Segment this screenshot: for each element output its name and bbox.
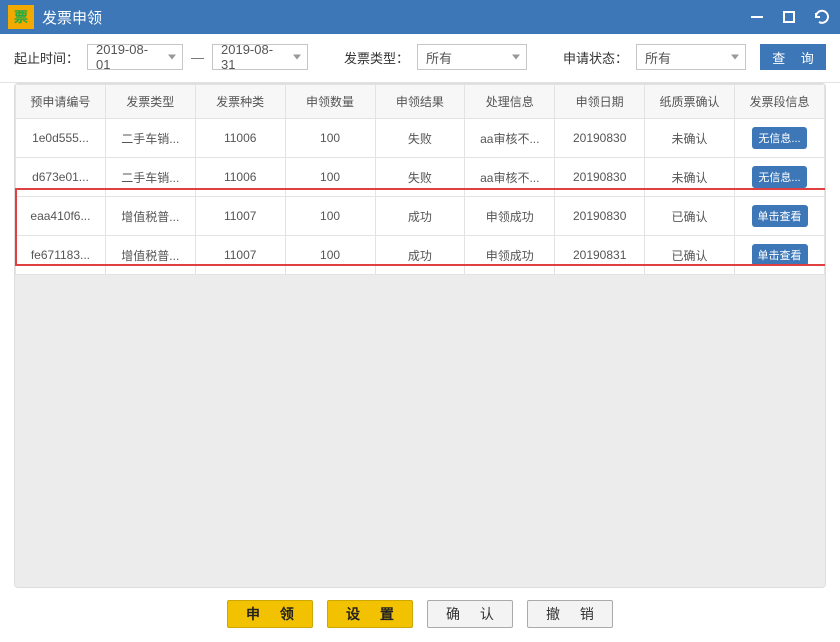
table-row[interactable]: eaa410f6...增值税普...11007100成功申领成功20190830… <box>16 197 825 236</box>
table-cell: 成功 <box>375 197 465 236</box>
minimize-button[interactable] <box>746 6 768 28</box>
table-header-row: 预申请编号 发票类型 发票种类 申领数量 申领结果 处理信息 申领日期 纸质票确… <box>16 85 825 119</box>
table-row[interactable]: 1e0d555...二手车销...11006100失败aa审核不...20190… <box>16 119 825 158</box>
table-cell: 11007 <box>195 197 285 236</box>
window-title: 发票申领 <box>42 7 746 28</box>
col-apply-result: 申领结果 <box>375 85 465 119</box>
table-cell: 已确认 <box>645 197 735 236</box>
table-cell: 失败 <box>375 158 465 197</box>
date-to-input[interactable]: 2019-08-31 <box>212 44 308 70</box>
segment-info-button[interactable]: 无信息... <box>752 127 806 149</box>
table-cell: 20190830 <box>555 197 645 236</box>
table-cell: 增值税普... <box>105 197 195 236</box>
invoice-type-value: 所有 <box>426 48 452 67</box>
table-cell: 11007 <box>195 236 285 275</box>
col-preapply-id: 预申请编号 <box>16 85 106 119</box>
table-cell: 成功 <box>375 236 465 275</box>
segment-info-button[interactable]: 单击查看 <box>752 244 808 266</box>
query-button[interactable]: 查 询 <box>760 44 826 70</box>
table-cell: 失败 <box>375 119 465 158</box>
table-cell: 申领成功 <box>465 236 555 275</box>
date-to-value: 2019-08-31 <box>221 42 285 72</box>
segment-info-cell: 单击查看 <box>735 197 825 236</box>
apply-status-value: 所有 <box>645 48 671 67</box>
date-from-input[interactable]: 2019-08-01 <box>87 44 183 70</box>
apply-button[interactable]: 申 领 <box>227 600 313 628</box>
action-bar: 申 领 设 置 确 认 撤 销 <box>0 588 840 642</box>
table-cell: 二手车销... <box>105 158 195 197</box>
segment-info-button[interactable]: 单击查看 <box>752 205 808 227</box>
segment-info-cell: 无信息... <box>735 119 825 158</box>
col-invoice-type: 发票类型 <box>105 85 195 119</box>
table-cell: 100 <box>285 236 375 275</box>
table-cell: 增值税普... <box>105 236 195 275</box>
filter-bar: 起止时间： 2019-08-01 — 2019-08-31 发票类型： 所有 申… <box>0 34 840 83</box>
date-range-label: 起止时间： <box>14 48 79 67</box>
invoice-type-select[interactable]: 所有 <box>417 44 527 70</box>
table-cell: d673e01... <box>16 158 106 197</box>
table-cell: 100 <box>285 119 375 158</box>
app-logo-icon <box>8 5 34 29</box>
table-cell: aa审核不... <box>465 158 555 197</box>
back-button[interactable] <box>810 6 832 28</box>
segment-info-cell: 单击查看 <box>735 236 825 275</box>
table-cell: eaa410f6... <box>16 197 106 236</box>
confirm-button[interactable]: 确 认 <box>427 600 513 628</box>
segment-info-button[interactable]: 无信息... <box>752 166 806 188</box>
app-window: 发票申领 起止时间： 2019-08-01 — 2019-08-31 发票类型：… <box>0 0 840 642</box>
results-table-container: 预申请编号 发票类型 发票种类 申领数量 申领结果 处理信息 申领日期 纸质票确… <box>14 83 826 588</box>
maximize-button[interactable] <box>778 6 800 28</box>
table-row[interactable]: fe671183...增值税普...11007100成功申领成功20190831… <box>16 236 825 275</box>
table-cell: 20190831 <box>555 236 645 275</box>
table-cell: fe671183... <box>16 236 106 275</box>
date-range-dash: — <box>191 50 204 65</box>
settings-button[interactable]: 设 置 <box>327 600 413 628</box>
col-invoice-kind: 发票种类 <box>195 85 285 119</box>
table-cell: 申领成功 <box>465 197 555 236</box>
col-apply-qty: 申领数量 <box>285 85 375 119</box>
date-from-value: 2019-08-01 <box>96 42 160 72</box>
invoice-type-label: 发票类型： <box>344 48 409 67</box>
segment-info-cell: 无信息... <box>735 158 825 197</box>
table-cell: 11006 <box>195 158 285 197</box>
table-cell: 1e0d555... <box>16 119 106 158</box>
col-process-info: 处理信息 <box>465 85 555 119</box>
apply-status-label: 申请状态： <box>563 48 628 67</box>
table-cell: 11006 <box>195 119 285 158</box>
revoke-button[interactable]: 撤 销 <box>527 600 613 628</box>
col-segment-info: 发票段信息 <box>735 85 825 119</box>
titlebar: 发票申领 <box>0 0 840 34</box>
table-cell: aa审核不... <box>465 119 555 158</box>
table-cell: 未确认 <box>645 119 735 158</box>
table-cell: 20190830 <box>555 119 645 158</box>
col-paper-confirm: 纸质票确认 <box>645 85 735 119</box>
table-row[interactable]: d673e01...二手车销...11006100失败aa审核不...20190… <box>16 158 825 197</box>
table-cell: 100 <box>285 197 375 236</box>
table-cell: 二手车销... <box>105 119 195 158</box>
table-cell: 20190830 <box>555 158 645 197</box>
window-controls <box>746 6 832 28</box>
table-cell: 未确认 <box>645 158 735 197</box>
results-table: 预申请编号 发票类型 发票种类 申领数量 申领结果 处理信息 申领日期 纸质票确… <box>15 84 825 275</box>
col-apply-date: 申领日期 <box>555 85 645 119</box>
apply-status-select[interactable]: 所有 <box>636 44 746 70</box>
table-cell: 已确认 <box>645 236 735 275</box>
table-cell: 100 <box>285 158 375 197</box>
